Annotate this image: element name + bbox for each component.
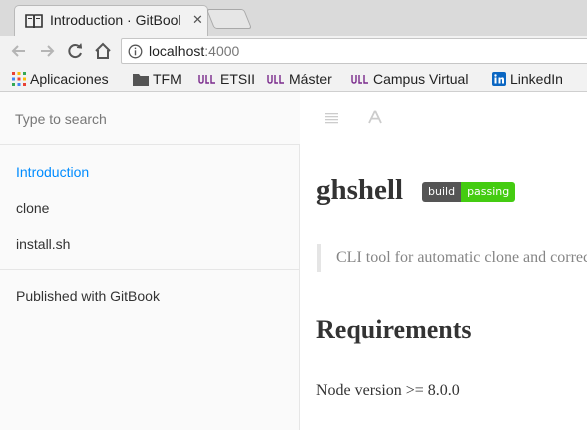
hamburger-menu-icon[interactable] (324, 110, 340, 124)
requirements-heading: Requirements (316, 315, 472, 344)
summary-item-clone[interactable]: clone (16, 200, 49, 216)
url-host: localhost (149, 43, 205, 59)
address-bar[interactable]: localhost:4000 (121, 38, 587, 64)
bookmark-label: TFM (153, 71, 182, 88)
gitbook-page: Introduction clone install.sh Published … (0, 92, 587, 430)
url-port: :4000 (204, 43, 240, 59)
bookmark-label: LinkedIn (510, 71, 563, 88)
home-icon[interactable] (92, 40, 114, 62)
badge-status: passing (461, 182, 516, 202)
summary-item-introduction[interactable]: Introduction (16, 164, 89, 180)
bookmark-linkedin[interactable]: LinkedIn (492, 70, 563, 88)
ull-logo-icon (351, 75, 368, 84)
summary-item-install-sh[interactable]: install.sh (16, 236, 70, 252)
book-search (0, 92, 300, 145)
forward-arrow-icon[interactable] (36, 40, 58, 62)
close-icon[interactable]: ✕ (192, 11, 203, 29)
tab-title: Introduction · GitBook (50, 12, 180, 28)
browser-toolbar: localhost:4000 (0, 36, 587, 66)
info-icon[interactable] (128, 44, 143, 59)
description-text: CLI tool for automatic clone and correct… (336, 249, 587, 266)
build-status-badge[interactable]: build passing (422, 182, 516, 202)
browser-tab-strip: Introduction · GitBook ✕ (0, 0, 587, 36)
published-with-gitbook-link[interactable]: Published with GitBook (16, 288, 160, 304)
address-url[interactable]: localhost:4000 (149, 43, 239, 59)
bookmark-label: ETSII (220, 71, 256, 88)
badge-label: build (422, 182, 462, 202)
book-sidebar: Introduction clone install.sh Published … (0, 92, 300, 430)
linkedin-icon (492, 72, 506, 87)
ull-logo-icon (267, 75, 284, 84)
browser-tab[interactable]: Introduction · GitBook ✕ (14, 5, 208, 36)
bookmark-etsii[interactable]: ETSII (198, 70, 255, 88)
reload-icon[interactable] (64, 40, 86, 62)
font-settings-icon[interactable] (368, 110, 382, 124)
folder-icon (133, 73, 149, 86)
book-icon (25, 14, 43, 29)
node-version-text: Node version >= 8.0.0 (316, 382, 460, 399)
search-input[interactable] (15, 109, 285, 129)
bookmark-label: Campus Virtual (373, 71, 469, 88)
new-tab-button[interactable] (205, 9, 253, 29)
bookmarks-bar: Aplicaciones TFM ETSII Máster Campus Vir… (0, 66, 587, 92)
summary-divider (0, 269, 300, 270)
bookmark-campus-virtual[interactable]: Campus Virtual (351, 70, 468, 88)
ull-logo-icon (198, 75, 215, 84)
bookmark-label: Máster (289, 71, 332, 88)
bookmark-master[interactable]: Máster (267, 70, 332, 88)
description-blockquote: CLI tool for automatic clone and correct… (317, 244, 587, 272)
book-content: ghshell build passing CLI tool for autom… (301, 92, 587, 430)
back-arrow-icon[interactable] (8, 40, 30, 62)
bookmark-label: Aplicaciones (30, 71, 109, 88)
page-title: ghshell (316, 174, 404, 206)
bookmark-tfm[interactable]: TFM (133, 70, 182, 88)
bookmark-aplicaciones[interactable]: Aplicaciones (12, 70, 109, 88)
apps-grid-icon (12, 72, 26, 87)
